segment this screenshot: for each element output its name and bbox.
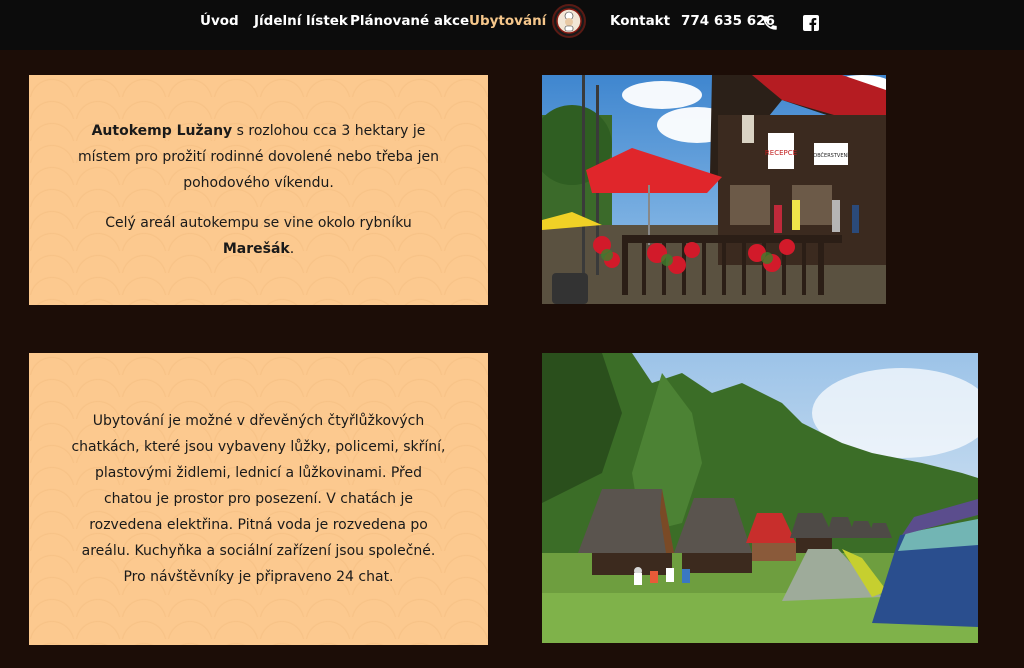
pond-name: Marešák	[222, 241, 290, 257]
cabins-photo	[542, 353, 978, 643]
reception-photo: RECEPCE OBČERSTVENÍ	[542, 75, 886, 304]
nav-item-jidelni-listek[interactable]: Jídelní lístek	[254, 13, 348, 29]
accommodation-paragraph: Ubytování je možné v dřevěných čtyřlůžko…	[71, 413, 446, 585]
intro-paragraph: Autokemp Lužany s rozlohou cca 3 hektary…	[69, 118, 448, 196]
nav-item-planovane-akce[interactable]: Plánované akce	[350, 13, 469, 29]
nav-item-kontakt[interactable]: Kontakt	[610, 13, 670, 29]
pond-paragraph: Celý areál autokempu se vine okolo rybní…	[69, 210, 448, 262]
chef-logo-icon	[556, 8, 582, 34]
nav-item-uvod[interactable]: Úvod	[200, 13, 239, 29]
top-navigation-bar: Úvod Jídelní lístek Plánované akce Ubyto…	[0, 0, 1024, 50]
menu-board-text: OBČERSTVENÍ	[813, 152, 849, 159]
intro-text-card: Autokemp Lužany s rozlohou cca 3 hektary…	[29, 75, 488, 305]
reception-sign-text: RECEPCE	[765, 149, 797, 157]
facebook-icon[interactable]	[803, 15, 819, 35]
nav-item-ubytovani[interactable]: Ubytování	[469, 13, 546, 29]
pond-text-end: .	[289, 241, 295, 257]
site-logo[interactable]	[552, 4, 586, 38]
brand-name: Autokemp Lužany	[91, 123, 233, 139]
pond-text: Celý areál autokempu se vine okolo rybní…	[105, 215, 412, 231]
phone-icon[interactable]	[761, 14, 779, 36]
accommodation-text-card: Ubytování je možné v dřevěných čtyřlůžko…	[29, 353, 488, 645]
